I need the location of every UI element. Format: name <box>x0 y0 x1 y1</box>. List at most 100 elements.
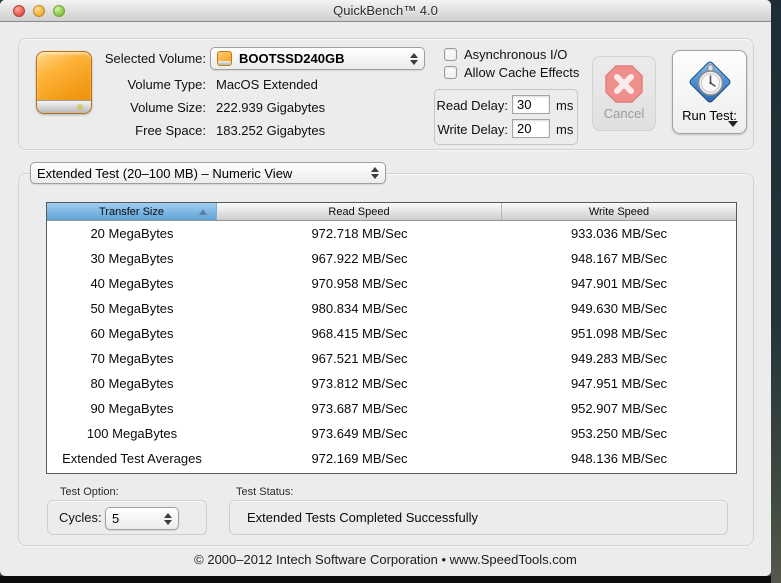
write-delay-input[interactable] <box>512 119 550 138</box>
table-cell: 949.630 MB/Sec <box>570 301 668 316</box>
table-cell: 973.687 MB/Sec <box>311 401 408 416</box>
table-cell: 948.167 MB/Sec <box>570 251 668 266</box>
table-cell: 970.958 MB/Sec <box>311 276 408 291</box>
volume-type-value: MacOS Extended <box>216 77 318 92</box>
app-window: QuickBench™ 4.0 Selected Volume: Volume … <box>0 0 771 576</box>
cancel-label: Cancel <box>603 106 645 121</box>
column-header-label: Transfer Size <box>98 205 164 218</box>
table-header: Transfer Size Read Speed Write Speed <box>47 203 736 221</box>
table-row[interactable]: Extended Test Averages 972.169 MB/Sec 948.… <box>47 446 736 471</box>
table-cell: 980.834 MB/Sec <box>311 301 408 316</box>
test-view-select[interactable]: Extended Test (20–100 MB) – Numeric View <box>30 162 386 184</box>
volume-type-label: Volume Type: <box>127 77 206 92</box>
selected-volume-label: Selected Volume: <box>104 51 206 66</box>
table-row[interactable]: 80 MegaBytes 973.812 MB/Sec 947.951 MB/Sec <box>47 371 736 396</box>
table-cell: 967.922 MB/Sec <box>311 251 408 266</box>
table-cell: 972.169 MB/Sec <box>311 451 408 466</box>
titlebar[interactable]: QuickBench™ 4.0 <box>0 0 771 22</box>
test-view-value: Extended Test (20–100 MB) – Numeric View <box>37 165 293 181</box>
table-row[interactable]: 70 MegaBytes 967.521 MB/Sec 949.283 MB/Sec <box>47 346 736 371</box>
table-cell: 973.649 MB/Sec <box>311 426 408 441</box>
cycles-box: Cycles: 5 <box>47 500 207 535</box>
desktop-bottom-edge <box>0 576 781 583</box>
read-delay-input[interactable] <box>512 95 550 114</box>
table-cell: 40 MegaBytes <box>90 276 174 291</box>
table-cell: 952.907 MB/Sec <box>570 401 668 416</box>
table-cell: 949.283 MB/Sec <box>570 351 668 366</box>
run-test-dropdown-arrow[interactable] <box>728 121 738 127</box>
cycles-value: 5 <box>112 511 120 526</box>
column-header-write-speed[interactable]: Write Speed <box>502 203 736 220</box>
table-cell: 948.136 MB/Sec <box>570 451 668 466</box>
table-row[interactable]: 30 MegaBytes 967.922 MB/Sec 948.167 MB/Sec <box>47 246 736 271</box>
write-delay-unit: ms <box>556 122 574 137</box>
column-header-transfer-size[interactable]: Transfer Size <box>47 203 217 220</box>
cancel-button[interactable]: Cancel <box>592 56 656 131</box>
table-row[interactable]: 40 MegaBytes 970.958 MB/Sec 947.901 MB/Sec <box>47 271 736 296</box>
stop-octagon-icon <box>605 65 643 103</box>
column-header-read-speed[interactable]: Read Speed <box>217 203 502 220</box>
table-body: 20 MegaBytes 972.718 MB/Sec 933.036 MB/Sec… <box>47 221 736 471</box>
allow-cache-checkbox[interactable] <box>444 66 457 79</box>
table-cell: 947.951 MB/Sec <box>570 376 668 391</box>
table-cell: 50 MegaBytes <box>90 301 174 316</box>
table-cell: 951.098 MB/Sec <box>570 326 668 341</box>
table-row[interactable]: 20 MegaBytes 972.718 MB/Sec 933.036 MB/Sec <box>47 221 736 246</box>
cycles-select[interactable]: 5 <box>105 507 179 530</box>
disk-band <box>37 100 91 113</box>
table-row[interactable]: 100 MegaBytes 973.649 MB/Sec 953.250 MB/Se… <box>47 421 736 446</box>
stopwatch-icon <box>689 61 730 103</box>
table-cell: 968.415 MB/Sec <box>311 326 408 341</box>
table-row[interactable]: 60 MegaBytes 968.415 MB/Sec 951.098 MB/Sec <box>47 321 736 346</box>
read-delay-unit: ms <box>556 98 574 113</box>
test-status-label: Test Status: <box>236 486 294 498</box>
volume-size-label: Volume Size: <box>130 100 206 115</box>
table-cell: 80 MegaBytes <box>90 376 174 391</box>
test-option-label: Test Option: <box>60 486 119 498</box>
cycles-label: Cycles: <box>59 510 102 525</box>
copyright-text: © 2000–2012 Intech Software Corporation … <box>194 552 577 567</box>
free-space-label: Free Space: <box>135 123 206 138</box>
table-cell: 967.521 MB/Sec <box>311 351 408 366</box>
sort-ascending-icon <box>199 208 207 215</box>
table-cell: 30 MegaBytes <box>90 251 174 266</box>
status-box: Extended Tests Completed Successfully <box>229 500 728 535</box>
allow-cache-row: Allow Cache Effects <box>444 65 579 80</box>
selected-volume-select[interactable]: BOOTSSD240GB <box>210 47 425 70</box>
popup-arrows-icon <box>365 167 379 179</box>
volume-icon <box>217 51 232 66</box>
free-space-value: 183.252 Gigabytes <box>216 123 326 138</box>
allow-cache-label: Allow Cache Effects <box>464 65 580 80</box>
async-io-checkbox[interactable] <box>444 48 457 61</box>
column-header-label: Read Speed <box>328 205 390 218</box>
table-cell: Extended Test Averages <box>62 451 202 466</box>
desktop-right-edge <box>771 0 781 583</box>
window-title: QuickBench™ 4.0 <box>333 3 438 18</box>
table-cell: 90 MegaBytes <box>90 401 174 416</box>
selected-volume-value: BOOTSSD240GB <box>239 51 345 66</box>
table-row[interactable]: 50 MegaBytes 980.834 MB/Sec 949.630 MB/Sec <box>47 296 736 321</box>
disk-drive-icon <box>36 51 92 114</box>
table-cell: 60 MegaBytes <box>90 326 174 341</box>
run-test-button[interactable]: Run Test: <box>672 50 747 134</box>
write-delay-label: Write Delay: <box>437 122 508 137</box>
table-row[interactable]: 90 MegaBytes 973.687 MB/Sec 952.907 MB/Sec <box>47 396 736 421</box>
async-io-label: Asynchronous I/O <box>464 47 568 62</box>
table-cell: 933.036 MB/Sec <box>570 226 668 241</box>
disk-led <box>78 105 82 109</box>
volume-size-value: 222.939 Gigabytes <box>216 100 326 115</box>
popup-arrows-icon <box>404 52 418 65</box>
column-header-label: Write Speed <box>588 205 650 218</box>
async-io-row: Asynchronous I/O <box>444 47 567 62</box>
table-cell: 70 MegaBytes <box>90 351 174 366</box>
volume-icon-band <box>218 61 231 65</box>
table-cell: 947.901 MB/Sec <box>570 276 668 291</box>
read-delay-label: Read Delay: <box>436 98 508 113</box>
table-cell: 20 MegaBytes <box>90 226 174 241</box>
results-table: Transfer Size Read Speed Write Speed 20 … <box>46 202 737 474</box>
table-cell: 973.812 MB/Sec <box>311 376 408 391</box>
table-cell: 953.250 MB/Sec <box>570 426 668 441</box>
table-cell: 972.718 MB/Sec <box>311 226 408 241</box>
popup-arrows-icon <box>158 512 172 525</box>
test-status-value: Extended Tests Completed Successfully <box>247 510 478 525</box>
